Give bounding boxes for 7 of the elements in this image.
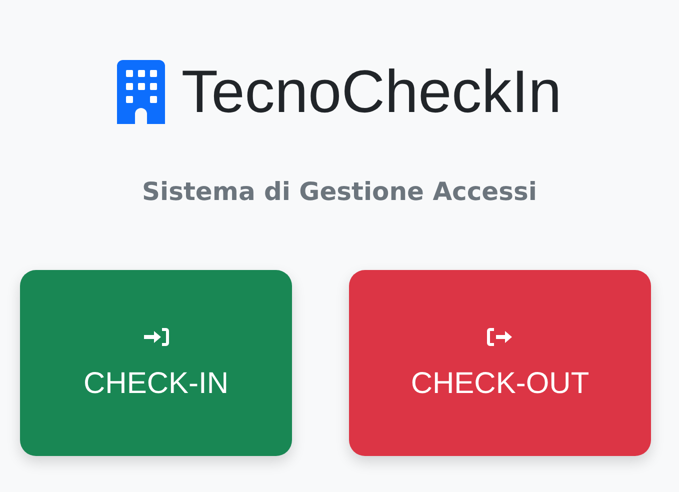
app-title: TecnoCheckIn: [181, 60, 562, 124]
check-in-button[interactable]: CHECK-IN: [20, 270, 292, 456]
sign-in-icon: [142, 325, 170, 349]
check-out-button[interactable]: CHECK-OUT: [349, 270, 651, 456]
sign-out-icon: [486, 325, 514, 349]
subtitle: Sistema di Gestione Accessi: [142, 176, 537, 208]
building-icon: [117, 60, 166, 124]
